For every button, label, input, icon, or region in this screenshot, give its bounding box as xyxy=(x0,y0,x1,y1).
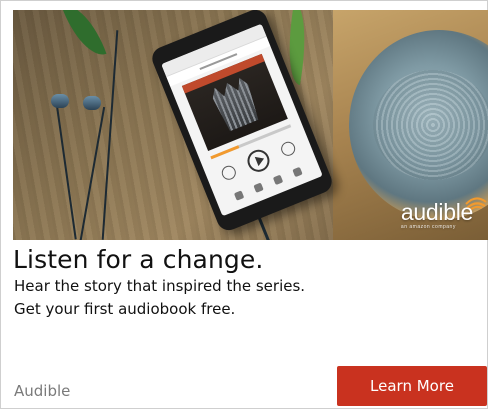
forward-icon xyxy=(279,139,298,158)
ad-body-line-1: Hear the story that inspired the series. xyxy=(14,277,306,295)
throne-artwork xyxy=(209,76,261,133)
hero-image[interactable]: audible an amazon company xyxy=(13,10,488,240)
ad-body-line-2: Get your first audiobook free. xyxy=(14,300,236,318)
speed-icon xyxy=(233,190,244,201)
timer-icon xyxy=(291,166,303,178)
chapters-icon xyxy=(252,182,264,194)
ad-headline[interactable]: Listen for a change. xyxy=(13,245,263,274)
audible-logo-tagline: an amazon company xyxy=(400,224,456,230)
earbud-icon xyxy=(51,94,69,108)
advertiser-name[interactable]: Audible xyxy=(14,382,70,400)
audible-logo: audible an amazon company xyxy=(401,199,473,230)
earbud-icon xyxy=(83,96,101,110)
bookmark-icon xyxy=(272,174,283,186)
drink-foam xyxy=(373,70,488,180)
play-icon xyxy=(244,146,273,176)
rewind-icon xyxy=(219,163,238,182)
audible-logo-text: audible xyxy=(400,199,473,225)
learn-more-button[interactable]: Learn More xyxy=(337,366,487,406)
ad-container[interactable]: audible an amazon company Listen for a c… xyxy=(0,0,488,409)
